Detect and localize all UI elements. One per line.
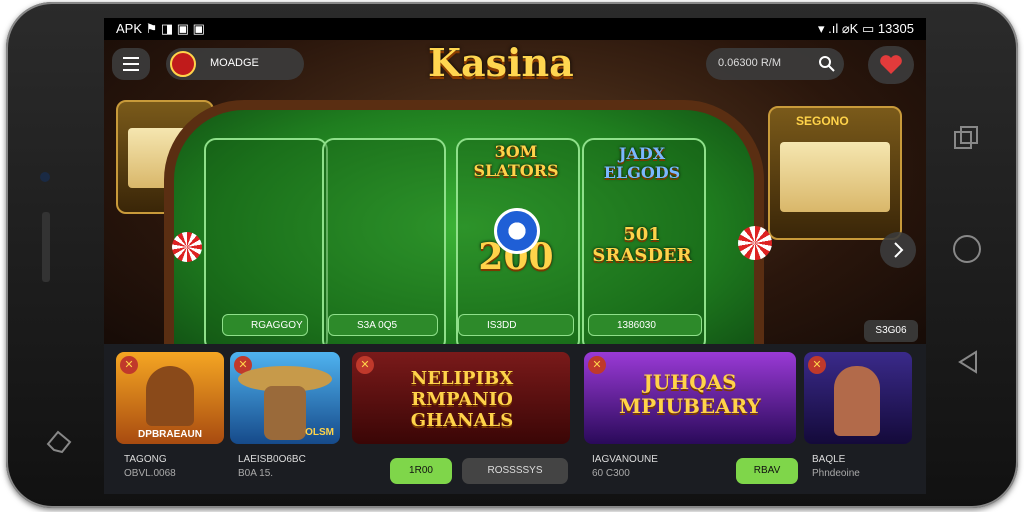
phone-frame: APK ⚑ ◨ ▣ ▣ ▾ .ıl ⌀K ▭ 13305 SEGONO 3OM … (6, 2, 1018, 508)
recents-icon[interactable] (952, 124, 982, 154)
game-1-sub: OBVL.0068 (124, 468, 176, 479)
app-screen: APK ⚑ ◨ ▣ ▣ ▾ .ıl ⌀K ▭ 13305 SEGONO 3OM … (104, 18, 926, 494)
front-camera (40, 172, 50, 182)
game-card-3[interactable]: ✕ NELIPIBX RMPANIO GHANALS (352, 352, 570, 444)
avatar (170, 51, 196, 77)
speaker-grille (42, 212, 50, 282)
play-button-1[interactable]: 1R00 (390, 458, 452, 484)
search-value: 0.06300 R/M (718, 57, 781, 69)
user-label: MOADGE (210, 57, 259, 69)
menu-button[interactable] (112, 48, 150, 80)
slot-sign: SEGONO (796, 114, 849, 128)
game-art-1-text: DPBRAEAUN (138, 429, 202, 440)
slot-machine-right: SEGONO (768, 106, 902, 240)
chevron-right-icon (894, 242, 904, 258)
hamburger-icon (123, 57, 139, 71)
chip-red (738, 226, 772, 260)
game-card-2[interactable]: ✕ OLSM (230, 352, 340, 444)
portrait (146, 366, 194, 426)
panel-4-title: JADX ELGODS (603, 144, 681, 182)
app-logo: Kasina (428, 40, 574, 85)
chip-blue (494, 208, 540, 254)
panel-4-value: 501 SRASDER (592, 224, 692, 266)
bonus-button[interactable]: ROSSSSYS (462, 458, 568, 484)
game-4-sub: 60 C300 (592, 468, 630, 479)
casino-scene: SEGONO 3OM SLATORS 200 JADX ELGODS 501 S… (104, 40, 926, 380)
game-card-4[interactable]: ✕ JUHQAS MPIUBEARY (584, 352, 796, 444)
back-icon[interactable] (954, 348, 982, 376)
game-4-title: IAGVANOUNE (592, 454, 658, 465)
user-badge[interactable]: MOADGE (166, 48, 304, 80)
game-art-4-text: JUHQAS MPIUBEARY (619, 370, 761, 418)
search-icon (819, 56, 835, 72)
panel-3-title: 3OM SLATORS (473, 142, 559, 180)
status-left: APK ⚑ ◨ ▣ ▣ (116, 21, 205, 36)
game-art-2-text: OLSM (305, 427, 334, 438)
portrait (264, 386, 306, 440)
search-bar[interactable]: 0.06300 R/M (706, 48, 844, 80)
game-5-title: BAQLE (812, 454, 846, 465)
game-art-3-text: NELIPIBX RMPANIO GHANALS (410, 368, 514, 431)
scroll-next-button[interactable] (880, 232, 916, 268)
hot-badge: ✕ (120, 356, 138, 374)
panel-3-pill[interactable]: IS3DD (458, 314, 574, 336)
game-2-title: LAEISB0O6BC (238, 454, 306, 465)
game-carousel: ✕ DPBRAEAUN ✕ OLSM ✕ NELIPIBX RMPANIO GH… (104, 344, 926, 494)
game-2-sub: B0A 15. (238, 468, 274, 479)
panel-1-pill[interactable]: RGAGGOY (222, 314, 308, 336)
heart-icon (880, 55, 902, 74)
chip-red-2 (172, 232, 202, 262)
game-5-sub: Phndeoine (812, 468, 860, 479)
status-right: ▾ .ıl ⌀K ▭ 13305 (817, 21, 914, 36)
home-icon[interactable] (950, 232, 984, 266)
game-card-5[interactable]: ✕ (804, 352, 912, 444)
game-card-1[interactable]: ✕ DPBRAEAUN (116, 352, 224, 444)
play-button-2[interactable]: RBAV (736, 458, 798, 484)
panel-4-pill[interactable]: 1386030 (588, 314, 702, 336)
side-label[interactable]: S3G06 (864, 320, 918, 342)
portrait (834, 366, 880, 436)
hot-badge: ✕ (808, 356, 826, 374)
game-1-title: TAGONG (124, 454, 167, 465)
panel-2-pill[interactable]: S3A 0Q5 (328, 314, 438, 336)
favorites-button[interactable] (868, 46, 914, 84)
status-bar: APK ⚑ ◨ ▣ ▣ ▾ .ıl ⌀K ▭ 13305 (104, 18, 926, 40)
assistant-icon[interactable] (40, 422, 80, 462)
